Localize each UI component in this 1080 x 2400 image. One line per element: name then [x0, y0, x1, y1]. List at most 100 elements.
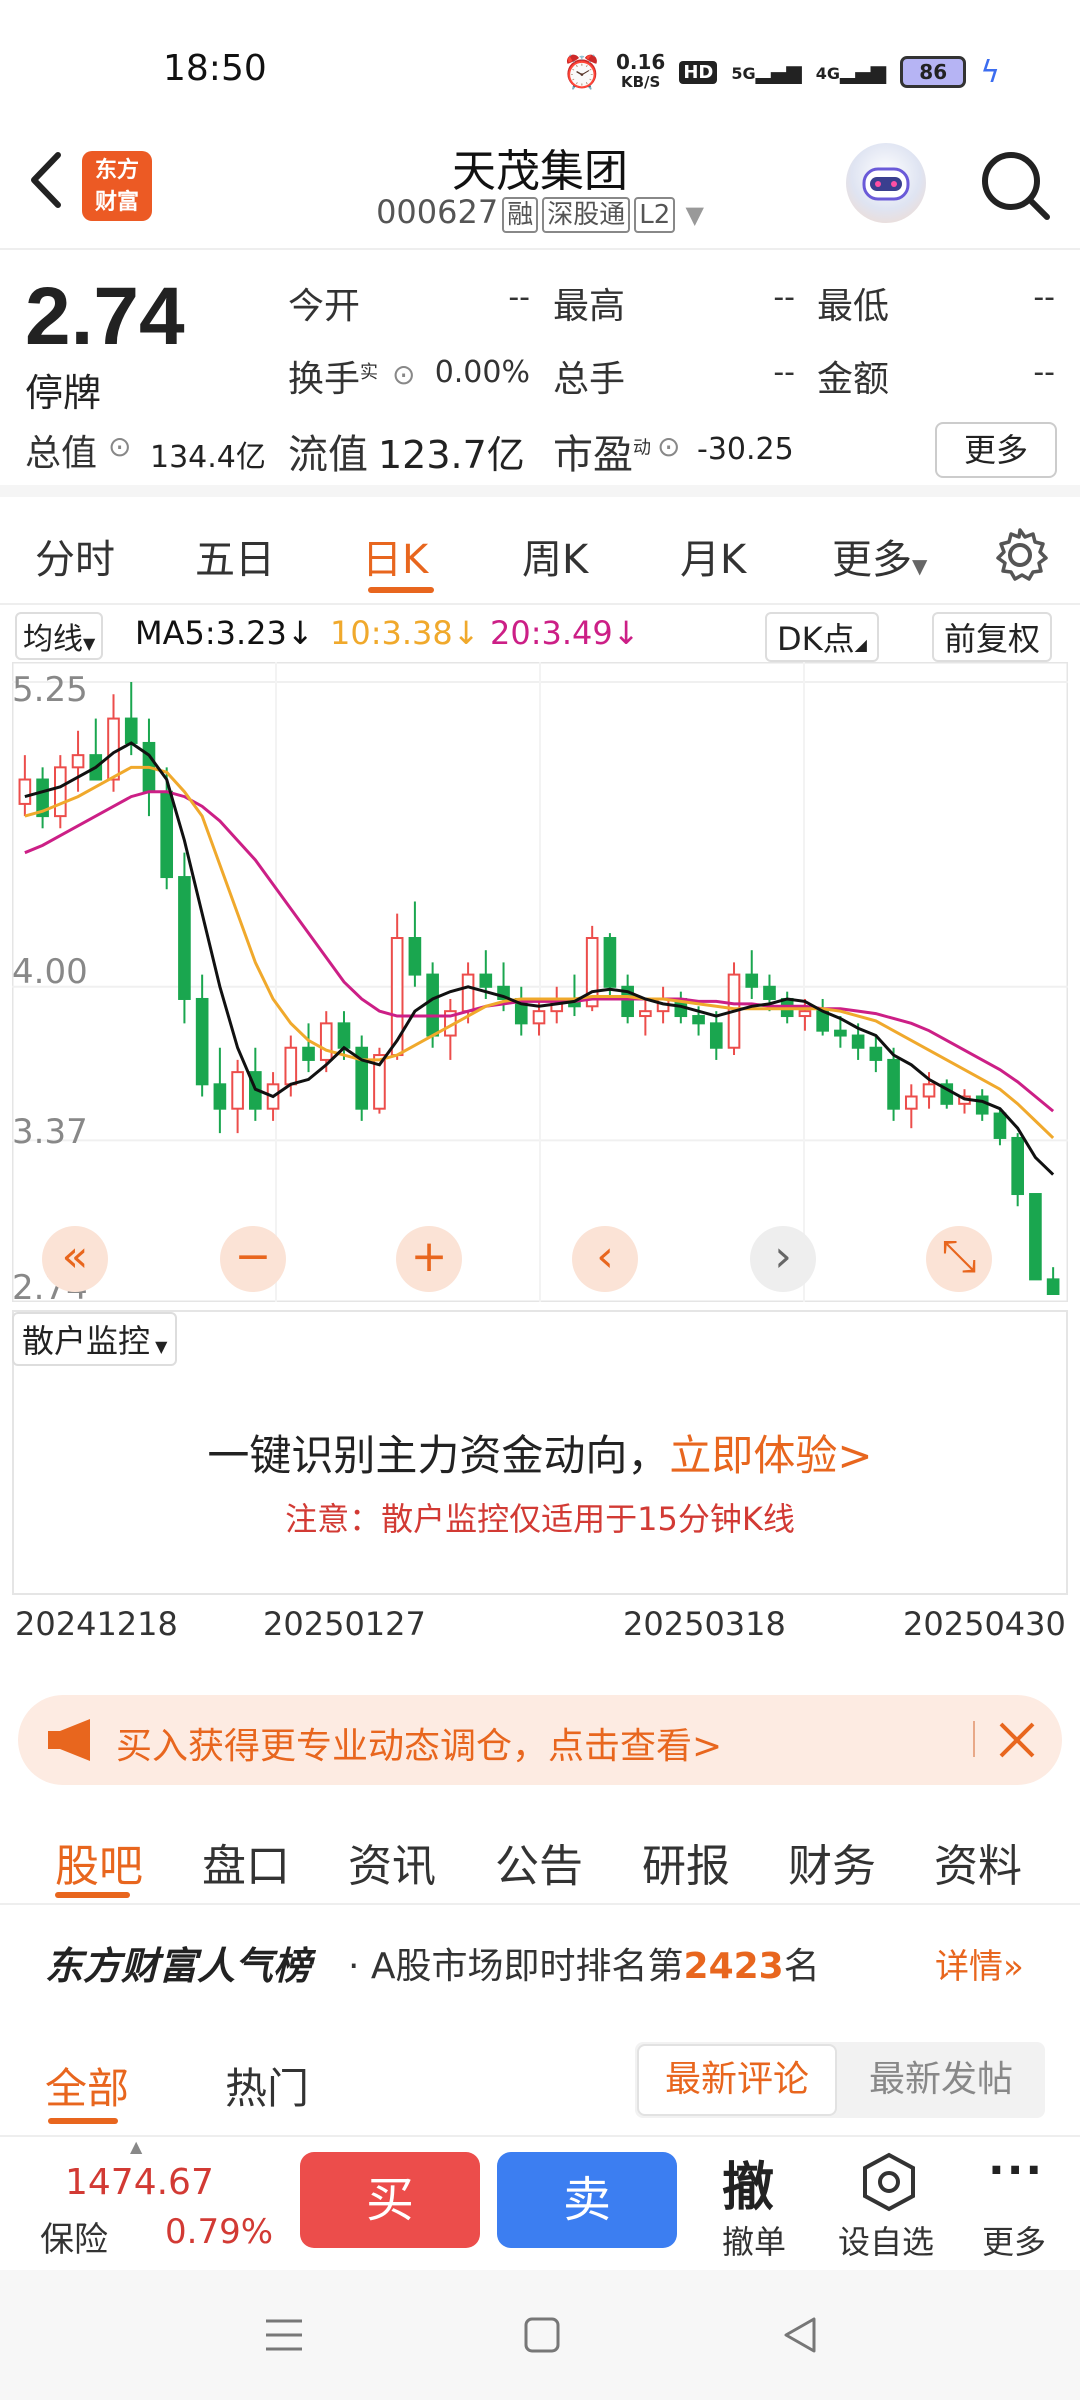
tab-announcement[interactable]: 公告	[495, 1830, 583, 1894]
monitor-headline[interactable]: 一键识别主力资金动向，立即体验>	[14, 1422, 1066, 1483]
dk-point-select[interactable]: DK点◢	[765, 612, 879, 662]
candle-body	[461, 973, 475, 1013]
tab-guba[interactable]: 股吧	[55, 1830, 143, 1894]
candle-body	[160, 790, 174, 879]
monitor-select[interactable]: 散户监控 ▼	[12, 1312, 178, 1366]
candle-body	[639, 1010, 652, 1018]
home-icon[interactable]	[522, 2315, 562, 2355]
candle-body	[195, 997, 209, 1086]
sort-latest-post[interactable]: 最新发帖	[841, 2044, 1041, 2116]
robot-icon	[862, 167, 910, 201]
tab-profile[interactable]: 资料	[934, 1830, 1022, 1894]
tab-weekly-k[interactable]: 周K	[522, 527, 588, 585]
turnover-value: 0.00%	[434, 355, 530, 390]
tab-intraday[interactable]: 分时	[35, 527, 115, 585]
pe-value: -30.25	[697, 432, 794, 467]
candle-body	[869, 1046, 883, 1061]
tab-research[interactable]: 研报	[642, 1830, 730, 1894]
adjust-select[interactable]: 前复权	[932, 612, 1053, 662]
scroll-right-button[interactable]: ›	[750, 1226, 816, 1292]
ma20-value: 20:3.49↓	[490, 614, 640, 652]
comment-tabs: 全部 热门 最新评论 最新发帖	[0, 2030, 1080, 2135]
ma-select[interactable]: 均线▼	[15, 612, 104, 660]
info-icon[interactable]: ⊙	[657, 430, 680, 463]
scroll-left-button[interactable]: ‹	[572, 1226, 638, 1292]
fullscreen-button[interactable]: ⤡	[926, 1226, 992, 1292]
tag-l2: L2	[634, 197, 676, 233]
info-icon[interactable]: ⊙	[392, 358, 415, 391]
candle-body	[1011, 1136, 1024, 1196]
date-tick: 20250430	[903, 1605, 1066, 1643]
cancel-order-label[interactable]: 撤单	[722, 2217, 786, 2263]
candle-body	[798, 1010, 812, 1018]
tab-hot[interactable]: 热门	[225, 2055, 309, 2116]
megaphone-icon	[46, 1717, 100, 1763]
content-tabs: 股吧 盘口 资讯 公告 研报 财务 资料	[0, 1800, 1080, 1905]
promo-banner[interactable]: 买入获得更专业动态调仓，点击查看>	[18, 1695, 1062, 1785]
menu-icon[interactable]	[262, 2315, 306, 2355]
candle-body	[532, 1010, 546, 1025]
system-nav-bar	[0, 2270, 1080, 2400]
kline-chart[interactable]: 5.25 4.00 3.37 2.74 « − + ‹ › ⤡	[11, 661, 1069, 1308]
scroll-start-button[interactable]: «	[42, 1226, 108, 1292]
add-watchlist-label[interactable]: 设自选	[838, 2217, 934, 2263]
amount-label: 金额	[817, 359, 890, 400]
tab-pankou[interactable]: 盘口	[202, 1830, 290, 1894]
tab-monthly-k[interactable]: 月K	[680, 527, 746, 585]
back-nav-icon[interactable]	[780, 2315, 820, 2355]
more-quote-button[interactable]: 更多	[935, 422, 1057, 478]
sort-latest-comment[interactable]: 最新评论	[637, 2044, 837, 2116]
tab-more[interactable]: 更多▼	[832, 527, 927, 585]
y-tick-low: 3.37	[12, 1112, 88, 1152]
candle-body	[319, 1022, 333, 1061]
candle-body	[1029, 1193, 1042, 1281]
close-icon[interactable]	[996, 1719, 1038, 1761]
charging-icon: ϟ	[980, 54, 1000, 90]
settings-gear-icon[interactable]	[990, 525, 1050, 585]
float-value: 123.7亿	[378, 433, 525, 477]
candle-body	[284, 1046, 298, 1086]
cancel-order-icon[interactable]: 撤	[722, 2145, 774, 2220]
candle-body	[71, 754, 85, 769]
more-dots-icon[interactable]: ···	[988, 2145, 1044, 2196]
up-triangle-icon: ▲	[130, 2137, 143, 2156]
tab-five-day[interactable]: 五日	[195, 527, 275, 585]
popularity-rank[interactable]: 东方财富人气榜 · A股市场即时排名第2423名 详情»	[0, 1905, 1080, 2020]
index-value[interactable]: 1474.67	[65, 2162, 214, 2203]
tag-margin: 融	[502, 197, 539, 233]
turnover-label: 换手实	[288, 359, 379, 400]
sell-button[interactable]: 卖	[497, 2152, 677, 2248]
search-icon[interactable]	[975, 145, 1055, 225]
ma-legend-row: 均线▼ MA5:3.23↓ 10:3.38↓ 20:3.49↓ DK点◢ 前复权	[0, 610, 1080, 662]
info-icon[interactable]: ⊙	[108, 430, 131, 463]
y-tick-top: 5.25	[12, 670, 88, 710]
tab-underline	[48, 2118, 118, 2124]
y-tick-mid: 4.00	[12, 952, 88, 992]
tab-finance[interactable]: 财务	[788, 1830, 876, 1894]
high-label: 最高	[553, 286, 626, 327]
more-label[interactable]: 更多	[982, 2217, 1046, 2263]
total-value: 134.4亿	[150, 440, 266, 475]
zoom-in-button[interactable]: +	[396, 1226, 462, 1292]
candle-body	[709, 1022, 723, 1049]
rank-detail-link[interactable]: 详情»	[935, 1939, 1024, 1988]
tab-all[interactable]: 全部	[45, 2055, 129, 2116]
high-value: --	[773, 280, 795, 315]
candle-body	[745, 973, 759, 988]
candle-body	[426, 973, 439, 1037]
candle-body	[124, 717, 138, 744]
candle-body	[408, 937, 422, 976]
date-tick: 20241218	[15, 1605, 178, 1643]
tab-news[interactable]: 资讯	[348, 1830, 436, 1894]
tab-daily-k[interactable]: 日K	[362, 527, 428, 585]
zoom-out-button[interactable]: −	[220, 1226, 286, 1292]
robot-avatar[interactable]	[846, 143, 926, 223]
buy-button[interactable]: 买	[300, 2152, 480, 2248]
candle-body	[834, 1029, 847, 1037]
promo-text: 买入获得更专业动态调仓，点击查看>	[116, 1726, 723, 1767]
ma10-value: 10:3.38↓	[330, 614, 480, 652]
status-icons: ⏰ 0.16 KB/S HD 5G▂▄▆ 4G▂▄▆ 86 ϟ	[562, 50, 1000, 94]
monitor-note: 注意：散户监控仅适用于15分钟K线	[285, 1500, 795, 1538]
alarm-icon: ⏰	[562, 53, 602, 91]
watchlist-icon[interactable]	[858, 2151, 920, 2213]
